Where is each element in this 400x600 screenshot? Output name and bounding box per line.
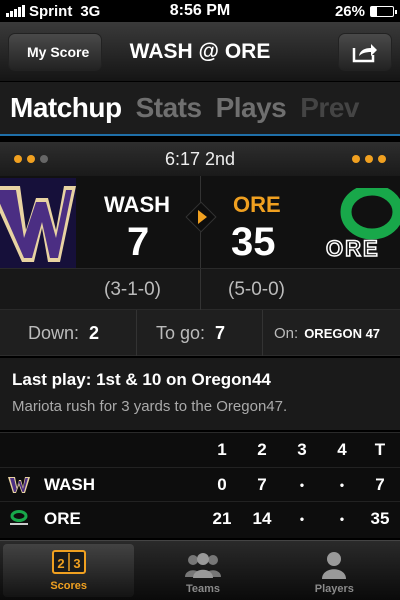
washington-mini-logo-icon — [8, 477, 30, 493]
back-button[interactable]: My Score — [8, 33, 103, 71]
away-team-score: 7 — [127, 220, 150, 264]
oregon-mini-logo-icon — [10, 510, 28, 525]
to-go-label: To go: — [156, 322, 206, 343]
header-q1: 1 — [217, 440, 227, 459]
share-icon — [352, 44, 377, 63]
timeout-dot — [14, 155, 22, 163]
timeout-dot — [365, 155, 373, 163]
down-and-distance: Down: 2 To go: 7 On: OREGON 47 — [0, 310, 400, 356]
game-clock-bar: 6:17 2nd — [0, 142, 400, 176]
network-type: 3G — [80, 2, 101, 20]
tab-plays[interactable]: Plays — [216, 92, 287, 124]
tab-matchup[interactable]: Matchup — [10, 92, 122, 124]
timeout-dot — [352, 155, 360, 163]
box-score-cell: 0 — [217, 475, 227, 494]
carrier-name: Sprint — [29, 2, 73, 20]
svg-text:2: 2 — [57, 556, 64, 571]
timeout-dot — [27, 155, 35, 163]
header-q4: 4 — [337, 440, 347, 459]
possession-arrow-icon — [198, 210, 207, 224]
svg-text:3: 3 — [73, 556, 80, 571]
back-button-label: My Score — [27, 44, 90, 60]
scoreboard: WASH 7 ORE 35 ORE — [0, 176, 400, 268]
to-go-cell: To go: 7 — [156, 310, 225, 356]
header-q3: 3 — [297, 440, 307, 459]
battery-fill — [371, 6, 377, 16]
home-team-score: 35 — [231, 220, 276, 264]
box-team-name: ORE — [44, 509, 81, 528]
tab-teams[interactable]: Teams — [137, 541, 268, 600]
header-total: T — [374, 440, 386, 459]
status-bar: Sprint 3G 8:56 PM 26% — [0, 0, 400, 22]
person-icon — [319, 550, 349, 580]
tab-players-label: Players — [314, 583, 354, 595]
tab-strip: Matchup Stats Plays Prev — [0, 82, 400, 136]
team-records: (3-1-0) (5-0-0) — [0, 268, 400, 311]
box-score-cell: • — [339, 512, 345, 526]
bottom-tab-bar: 2 3 Scores Teams Players — [0, 540, 400, 600]
washington-logo-icon — [0, 178, 76, 268]
home-team-record: (5-0-0) — [228, 279, 286, 300]
people-icon — [183, 550, 223, 580]
box-score-table: 1 2 3 4 T WASH 0 7 • • 7 ORE 21 14 • • 3… — [0, 432, 400, 538]
signal-strength-icon — [6, 5, 25, 17]
timeout-dot — [40, 155, 48, 163]
record-divider — [200, 269, 201, 311]
tab-players[interactable]: Players — [269, 541, 400, 600]
home-timeouts-indicator — [352, 155, 386, 163]
down-label: Down: — [28, 322, 80, 343]
ball-on-value: OREGON 47 — [304, 325, 381, 341]
table-row: ORE 21 14 • • 35 — [0, 501, 400, 535]
tab-prev[interactable]: Prev — [300, 92, 359, 124]
box-score-total: 35 — [370, 509, 390, 528]
tab-scores[interactable]: 2 3 Scores — [3, 544, 135, 597]
tab-stats[interactable]: Stats — [136, 92, 202, 124]
away-team-abbr: WASH — [104, 192, 170, 217]
last-play-panel: Last play: 1st & 10 on Oregon44 Mariota … — [0, 358, 400, 430]
scoreboard-icon: 2 3 — [51, 547, 86, 577]
oregon-logo-icon: ORE — [325, 188, 400, 262]
box-score-cell: 14 — [252, 509, 272, 528]
ball-on-cell: On: OREGON 47 — [274, 310, 380, 356]
home-team-abbr: ORE — [233, 192, 281, 217]
box-score-cell: • — [299, 512, 305, 526]
away-team-record: (3-1-0) — [104, 279, 162, 300]
dd-divider — [136, 310, 137, 356]
box-score-cell: • — [299, 478, 305, 492]
game-clock: 6:17 2nd — [164, 148, 236, 169]
down-cell: Down: 2 — [28, 310, 99, 356]
tab-teams-label: Teams — [185, 583, 221, 595]
dd-divider — [262, 310, 263, 356]
table-row: WASH 0 7 • • 7 — [0, 467, 400, 501]
box-score-cell: 21 — [212, 509, 232, 528]
box-score-cell: • — [339, 478, 345, 492]
battery-icon — [370, 5, 397, 17]
down-value: 2 — [89, 322, 100, 343]
tab-scores-label: Scores — [50, 580, 88, 592]
share-button[interactable] — [338, 33, 392, 71]
box-score-total: 7 — [375, 475, 385, 494]
timeout-dot — [378, 155, 386, 163]
last-play-title: Last play: 1st & 10 on Oregon44 — [12, 370, 271, 389]
box-score-header: 1 2 3 4 T — [0, 433, 400, 467]
battery-percent: 26% — [334, 2, 365, 20]
svg-text:ORE: ORE — [326, 236, 380, 261]
to-go-value: 7 — [215, 322, 226, 343]
box-team-name: WASH — [44, 475, 95, 494]
away-timeouts-indicator — [14, 155, 48, 163]
navigation-bar: My Score WASH @ ORE — [0, 22, 400, 82]
box-score-cell: 7 — [257, 475, 267, 494]
last-play-description: Mariota rush for 3 yards to the Oregon47… — [12, 398, 288, 415]
ball-on-label: On: — [274, 324, 299, 342]
header-q2: 2 — [257, 440, 267, 459]
